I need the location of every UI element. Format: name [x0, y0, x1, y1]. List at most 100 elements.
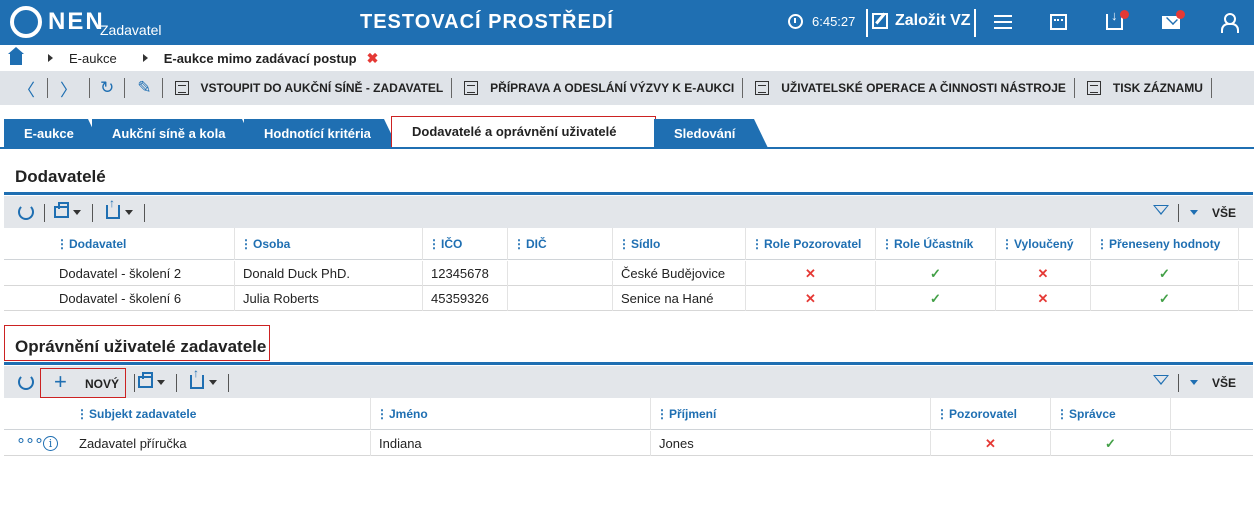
pencil-icon[interactable]: ✎: [137, 78, 151, 98]
divider: [124, 78, 126, 98]
chevron-down-icon[interactable]: [1190, 380, 1198, 385]
chevron-down-icon[interactable]: [209, 380, 217, 385]
printer-icon: [1086, 81, 1101, 95]
print-record-button[interactable]: TISK ZÁZNAMU: [1086, 81, 1203, 95]
check-icon: ✓: [1051, 431, 1171, 456]
session-time: 6:45:27: [812, 14, 856, 29]
export-icon[interactable]: [106, 196, 120, 219]
column-header-role-pozorovatel[interactable]: Role Pozorovatel: [746, 228, 876, 260]
divider: [92, 204, 93, 222]
column-header-vylouceny[interactable]: Vyloučený: [996, 228, 1091, 260]
refresh-icon[interactable]: [18, 204, 34, 220]
brand-name: NEN: [48, 8, 105, 35]
column-header-spravce[interactable]: Správce: [1051, 398, 1171, 430]
column-header-dic[interactable]: DIČ: [508, 228, 613, 260]
cell-dic: [508, 261, 613, 286]
action-bar: 〈 〉 ↻ ✎ VSTOUPIT DO AUKČNÍ SÍNĚ - ZADAVA…: [0, 71, 1254, 105]
create-vz-button[interactable]: Založit VZ: [872, 12, 971, 30]
divider: [228, 374, 229, 392]
column-header-sidlo[interactable]: Sídlo: [613, 228, 746, 260]
more-options-icon[interactable]: ∘∘∘: [16, 428, 44, 453]
create-vz-label: Založit VZ: [895, 12, 971, 29]
cell-osoba: Julia Roberts: [235, 286, 423, 311]
divider: [1073, 78, 1075, 98]
column-header-osoba[interactable]: Osoba: [235, 228, 423, 260]
document-icon: [464, 81, 479, 95]
forward-icon[interactable]: 〉: [60, 76, 77, 101]
column-header-prijmeni[interactable]: Příjmení: [651, 398, 931, 430]
plus-icon: +: [54, 369, 67, 394]
column-header-subjekt[interactable]: Subjekt zadavatele: [71, 398, 371, 430]
enter-auction-room-button[interactable]: VSTOUPIT DO AUKČNÍ SÍNĚ - ZADAVATEL: [174, 81, 443, 95]
breadcrumb-arrow-icon: [48, 54, 53, 62]
nen-logo[interactable]: NEN: [10, 6, 105, 38]
cross-icon: ✕: [746, 286, 876, 311]
divider: [144, 204, 145, 222]
refresh-icon[interactable]: [18, 374, 34, 390]
menu-icon[interactable]: [994, 15, 1012, 33]
suppliers-toolbar: VŠE: [4, 196, 1253, 228]
authorized-title: Oprávnění uživatelé zadavatele: [15, 337, 267, 356]
authorized-title-rule: [4, 362, 1253, 365]
suppliers-header-row: Dodavatel Osoba IČO DIČ Sídlo Role Pozor…: [4, 228, 1253, 260]
filter-icon[interactable]: [1153, 205, 1169, 215]
tab-hodnotici-kriteria[interactable]: Hodnotící kritéria: [244, 119, 398, 148]
calendar-icon[interactable]: [1050, 14, 1067, 30]
cross-icon: ✕: [931, 431, 1051, 456]
info-icon[interactable]: i: [43, 436, 58, 451]
printer-icon[interactable]: [138, 372, 153, 388]
check-icon: ✓: [876, 286, 996, 311]
filter-all-label[interactable]: VŠE: [1212, 206, 1236, 220]
clock-icon: [788, 14, 803, 29]
table-row[interactable]: Dodavatel - školení 6 Julia Roberts 4535…: [4, 286, 1253, 311]
back-icon[interactable]: 〈: [18, 76, 35, 101]
edit-icon: [872, 13, 888, 29]
column-header-pozorovatel[interactable]: Pozorovatel: [931, 398, 1051, 430]
authorized-header-row: Subjekt zadavatele Jméno Příjmení Pozoro…: [4, 398, 1253, 430]
tab-sledovani[interactable]: Sledování: [654, 119, 768, 148]
tab-dodavatele[interactable]: Dodavatelé a oprávnění uživatelé: [391, 116, 656, 148]
close-breadcrumb-icon[interactable]: ✖: [367, 50, 379, 67]
printer-icon[interactable]: [54, 202, 69, 218]
tab-bar: E-aukce Aukční síně a kola Hodnotící kri…: [0, 115, 1254, 148]
mail-notification-dot: [1176, 10, 1185, 19]
session-timer: 6:45:27: [788, 14, 855, 29]
brand-subtitle: Zadavatel: [100, 22, 162, 38]
divider: [47, 78, 48, 98]
table-row[interactable]: ∘∘∘ i Zadavatel příručka Indiana Jones ✕…: [4, 431, 1253, 456]
suppliers-title-rule: [4, 192, 1253, 195]
check-icon: ✓: [1091, 286, 1239, 311]
chevron-down-icon[interactable]: [157, 380, 165, 385]
filter-icon[interactable]: [1153, 375, 1169, 385]
user-icon[interactable]: [1220, 13, 1239, 33]
column-header-role-ucastnik[interactable]: Role Účastník: [876, 228, 996, 260]
cell-prijmeni: Jones: [651, 431, 931, 456]
table-row[interactable]: Dodavatel - školení 2 Donald Duck PhD. 1…: [4, 261, 1253, 286]
column-header-jmeno[interactable]: Jméno: [371, 398, 651, 430]
chevron-down-icon[interactable]: [125, 210, 133, 215]
divider: [866, 9, 868, 37]
filter-all-label[interactable]: VŠE: [1212, 376, 1236, 390]
tab-aukcni-sine[interactable]: Aukční síně a kola: [92, 119, 256, 148]
chevron-down-icon[interactable]: [1190, 210, 1198, 215]
check-icon: ✓: [876, 261, 996, 286]
chevron-down-icon[interactable]: [73, 210, 81, 215]
home-icon[interactable]: [8, 46, 24, 65]
refresh-icon[interactable]: ↻: [100, 78, 114, 98]
breadcrumb: E-aukce E-aukce mimo zadávací postup ✖: [0, 45, 1254, 71]
tab-eaukce[interactable]: E-aukce: [4, 119, 102, 148]
column-header-dodavatel[interactable]: Dodavatel: [51, 228, 235, 260]
cell-ico: 12345678: [423, 261, 508, 286]
export-icon[interactable]: [190, 366, 204, 389]
column-header-preneseny-hodnoty[interactable]: Přeneseny hodnoty: [1091, 228, 1239, 260]
breadcrumb-item-eaukce[interactable]: E-aukce: [69, 51, 117, 66]
cell-jmeno: Indiana: [371, 431, 651, 456]
column-header-ico[interactable]: IČO: [423, 228, 508, 260]
prepare-invitation-button[interactable]: PŘÍPRAVA A ODESLÁNÍ VÝZVY K E-AUKCI: [464, 81, 734, 95]
user-operations-label: UŽIVATELSKÉ OPERACE A ČINNOSTI NÁSTROJE: [781, 81, 1066, 95]
breadcrumb-item-current: E-aukce mimo zadávací postup: [163, 50, 357, 66]
user-operations-button[interactable]: UŽIVATELSKÉ OPERACE A ČINNOSTI NÁSTROJE: [755, 81, 1066, 95]
environment-title: TESTOVACÍ PROSTŘEDÍ: [360, 11, 614, 33]
cell-osoba: Donald Duck PhD.: [235, 261, 423, 286]
divider: [1178, 374, 1179, 392]
